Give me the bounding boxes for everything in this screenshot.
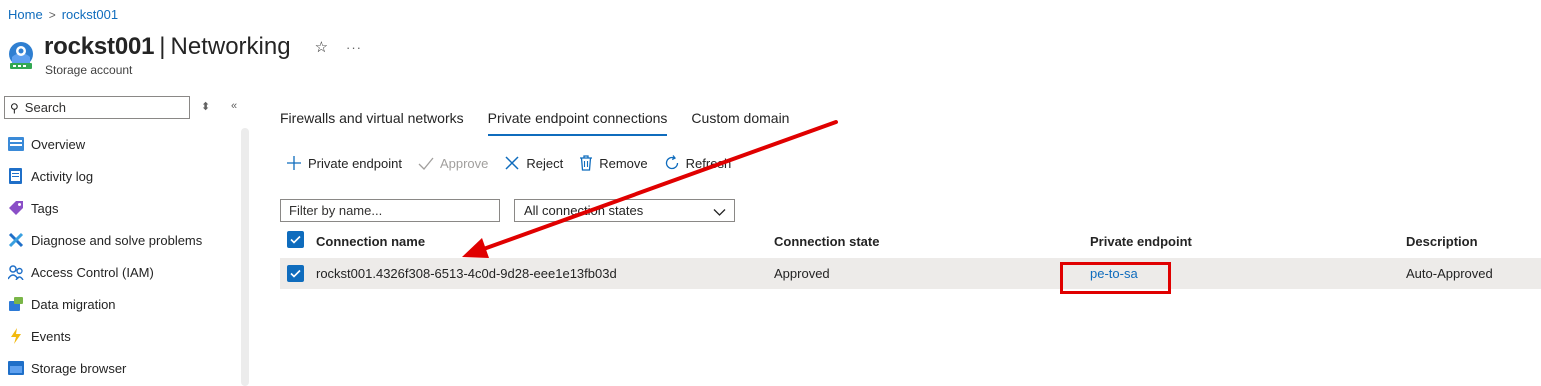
breadcrumb-resource-link[interactable]: rockst001 xyxy=(62,7,118,22)
resource-type: Storage account xyxy=(45,63,133,77)
private-endpoint-link[interactable]: pe-to-sa xyxy=(1090,258,1138,289)
breadcrumb: Home > rockst001 xyxy=(8,7,118,22)
tab-strip: Firewalls and virtual networks Private e… xyxy=(280,110,813,136)
column-header-connection-state[interactable]: Connection state xyxy=(774,228,879,254)
sidebar-item-activity-log[interactable]: Activity log xyxy=(0,160,236,192)
sidebar-item-label: Activity log xyxy=(31,168,94,184)
sidebar-search-input[interactable] xyxy=(24,100,175,115)
sidebar-nav: Overview Activity log Tags Diagnose and … xyxy=(0,128,236,384)
ellipsis-icon[interactable]: ··· xyxy=(346,40,362,55)
sidebar-item-label: Events xyxy=(31,328,71,344)
overview-icon xyxy=(7,136,24,152)
row-checkbox[interactable] xyxy=(287,265,304,282)
command-bar: Private endpoint Approve Reject Remove R… xyxy=(286,155,747,171)
sidebar-search: ⚲ xyxy=(4,96,190,119)
column-header-connection-name[interactable]: Connection name xyxy=(316,228,425,254)
reject-button[interactable]: Reject xyxy=(504,155,563,171)
sidebar-item-label: Access Control (IAM) xyxy=(31,264,154,280)
sidebar-scrollbar[interactable] xyxy=(241,128,249,386)
page-header: rockst001 | Networking ☆ ··· Storage acc… xyxy=(6,33,362,77)
storage-browser-icon xyxy=(7,360,24,376)
sidebar-item-overview[interactable]: Overview xyxy=(0,128,236,160)
trash-icon xyxy=(579,155,593,171)
expand-collapse-icon[interactable]: ⬍ xyxy=(201,100,210,113)
sidebar-item-diagnose[interactable]: Diagnose and solve problems xyxy=(0,224,236,256)
tab-firewalls[interactable]: Firewalls and virtual networks xyxy=(280,110,464,136)
connection-state-dropdown[interactable]: All connection states xyxy=(514,199,735,222)
search-icon: ⚲ xyxy=(10,100,19,115)
remove-button[interactable]: Remove xyxy=(579,155,648,171)
refresh-icon xyxy=(664,155,680,171)
filter-by-name-input[interactable] xyxy=(280,199,500,222)
table-row[interactable]: rockst001.4326f308-6513-4c0d-9d28-eee1e1… xyxy=(280,258,1541,289)
collapse-sidebar-icon[interactable]: « xyxy=(231,100,237,112)
activity-log-icon xyxy=(7,168,24,184)
star-icon[interactable]: ☆ xyxy=(315,38,328,56)
table-header: Connection name Connection state Private… xyxy=(280,228,1541,254)
connection-state-cell: Approved xyxy=(774,266,830,281)
storage-account-icon xyxy=(6,39,36,71)
sidebar-item-label: Storage browser xyxy=(31,360,127,376)
sidebar-item-iam[interactable]: Access Control (IAM) xyxy=(0,256,236,288)
select-all-checkbox[interactable] xyxy=(287,231,304,248)
lightning-icon xyxy=(7,328,24,344)
approve-label: Approve xyxy=(439,155,489,171)
connection-name-cell: rockst001.4326f308-6513-4c0d-9d28-eee1e1… xyxy=(316,266,617,281)
sidebar-item-data-migration[interactable]: Data migration xyxy=(0,288,236,320)
add-private-endpoint-button[interactable]: Private endpoint xyxy=(286,155,402,171)
resource-name: rockst001 xyxy=(44,33,155,60)
column-header-private-endpoint[interactable]: Private endpoint xyxy=(1090,228,1192,254)
close-icon xyxy=(504,155,520,171)
tag-icon xyxy=(7,200,24,216)
description-cell: Auto-Approved xyxy=(1406,266,1493,281)
connection-state-selected: All connection states xyxy=(524,203,644,218)
chevron-right-icon: > xyxy=(48,7,56,22)
breadcrumb-home-link[interactable]: Home xyxy=(8,7,43,22)
people-icon xyxy=(7,264,24,280)
sidebar-item-label: Tags xyxy=(31,200,59,216)
tab-custom-domain[interactable]: Custom domain xyxy=(691,110,789,136)
approve-button[interactable]: Approve xyxy=(418,155,488,171)
migration-icon xyxy=(7,296,24,312)
column-header-description[interactable]: Description xyxy=(1406,228,1478,254)
chevron-down-icon xyxy=(713,205,726,220)
refresh-label: Refresh xyxy=(685,155,732,171)
plus-icon xyxy=(286,155,302,171)
sidebar-item-storage-browser[interactable]: Storage browser xyxy=(0,352,236,384)
sidebar-item-events[interactable]: Events xyxy=(0,320,236,352)
title-separator: | xyxy=(159,33,166,60)
sidebar-item-label: Data migration xyxy=(31,296,116,312)
sidebar-item-label: Diagnose and solve problems xyxy=(31,232,203,248)
reject-label: Reject xyxy=(526,155,564,171)
page-title: Networking xyxy=(170,33,291,60)
remove-label: Remove xyxy=(599,155,648,171)
checkmark-icon xyxy=(418,155,434,171)
sidebar-item-label: Overview xyxy=(31,136,86,152)
add-private-endpoint-label: Private endpoint xyxy=(308,155,402,171)
sidebar-item-tags[interactable]: Tags xyxy=(0,192,236,224)
refresh-button[interactable]: Refresh xyxy=(664,155,732,171)
wrench-icon xyxy=(7,232,24,248)
tab-private-endpoint-connections[interactable]: Private endpoint connections xyxy=(487,110,667,136)
